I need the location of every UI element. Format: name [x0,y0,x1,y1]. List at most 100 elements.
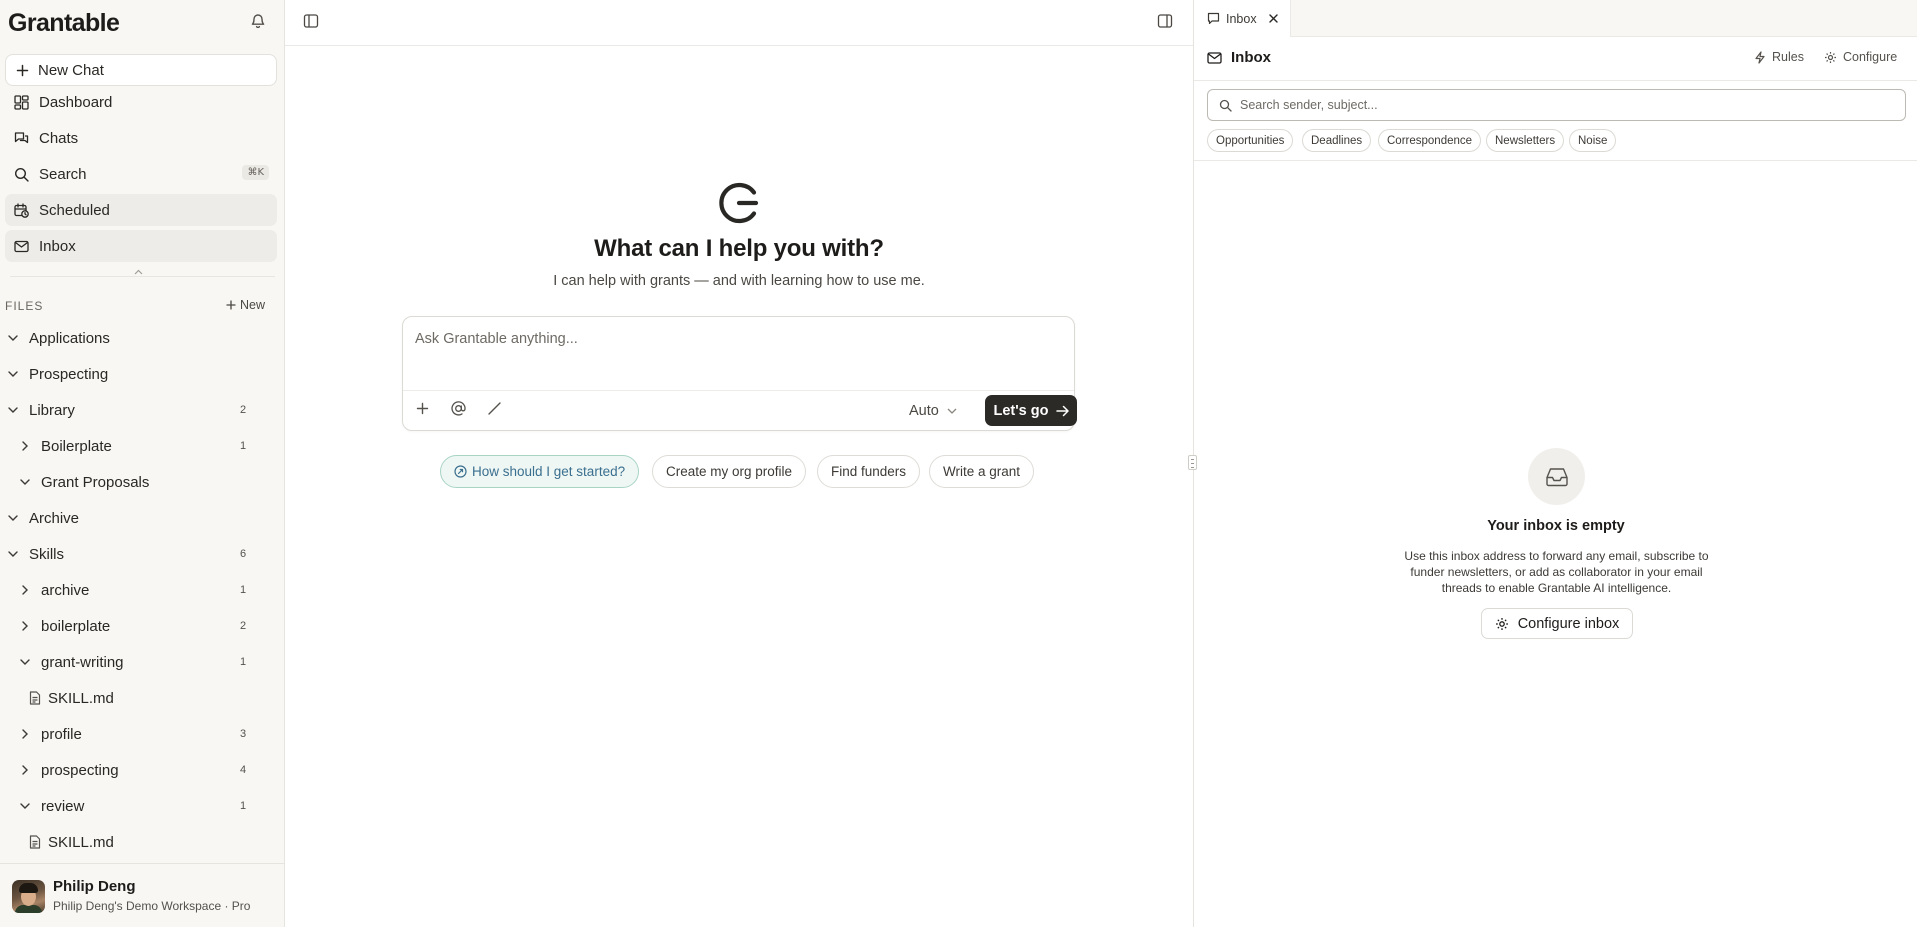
folder-item[interactable]: archive 1 [17,575,260,605]
bell-icon[interactable] [250,12,266,29]
suggestion-label: Create my org profile [666,464,793,479]
nav-chats[interactable]: Chats [5,122,277,154]
inbox-tray-icon [1528,448,1585,505]
folder-item[interactable]: Applications [5,323,260,353]
dashboard-icon [14,94,29,110]
user-profile[interactable]: Philip Deng Philip Deng's Demo Workspace… [0,863,285,927]
chevron-down-icon[interactable] [5,551,21,557]
chevron-down-icon[interactable] [17,479,33,485]
chevron-right-icon[interactable] [17,621,33,631]
close-icon[interactable] [1268,14,1278,23]
configure-button[interactable]: Configure [1824,50,1897,64]
folder-item[interactable]: Archive [5,503,260,533]
nav-search[interactable]: Search ⌘K [5,158,277,190]
chevron-right-icon[interactable] [17,441,33,451]
chevron-down-icon[interactable] [5,371,21,377]
new-chat-label: New Chat [38,61,104,79]
files-new-button[interactable]: New [226,298,265,312]
search-icon [14,167,29,182]
nav-dashboard-label: Dashboard [39,93,113,111]
chevron-down-icon[interactable] [5,335,21,341]
item-count-badge: 1 [240,584,247,596]
suggestion-find-funders[interactable]: Find funders [817,455,921,488]
tree-item-label: grant-writing [41,653,124,671]
tree-item-label: archive [41,581,90,599]
nav-scheduled[interactable]: Scheduled [5,194,277,226]
inbox-search-input[interactable] [1240,98,1860,112]
chevron-down-icon[interactable] [5,515,21,521]
item-count-badge: 1 [240,440,247,452]
user-name: Philip Deng [53,878,136,895]
tree-item-label: Archive [29,509,80,527]
inbox-title: Inbox [1207,49,1271,66]
inbox-panel: Inbox Inbox Rules Configure Opportunitie… [1193,0,1917,927]
file-item[interactable]: SKILL.md [29,827,260,857]
folder-item[interactable]: Boilerplate 1 [17,431,260,461]
files-section-label: FILES [5,299,44,313]
item-count-badge: 4 [240,764,247,776]
filter-correspondence[interactable]: Correspondence [1378,129,1482,152]
folder-item[interactable]: profile 3 [17,719,260,749]
panel-resize-handle[interactable] [1188,455,1197,470]
filter-noise[interactable]: Noise [1569,129,1617,152]
folder-item[interactable]: Prospecting [5,359,260,389]
chevron-down-icon[interactable] [17,659,33,665]
attach-plus-icon[interactable] [414,400,431,417]
folder-item[interactable]: Grant Proposals [17,467,260,497]
folder-item[interactable]: Library 2 [5,395,260,425]
folder-item[interactable]: prospecting 4 [17,755,260,785]
chevron-right-icon[interactable] [17,729,33,739]
item-count-badge: 6 [240,548,247,560]
suggestion-write-grant[interactable]: Write a grant [929,455,1035,488]
folder-item[interactable]: boilerplate 2 [17,611,260,641]
file-item[interactable]: SKILL.md [29,683,260,713]
main-chat-area: What can I help you with? I can help wit… [285,0,1193,927]
nav-dashboard[interactable]: Dashboard [5,86,277,118]
tree-item-label: prospecting [41,761,119,779]
folder-item[interactable]: Skills 6 [5,539,260,569]
chevron-up-icon[interactable] [134,269,143,275]
panel-toggle-icon[interactable] [1157,13,1173,29]
configure-inbox-button[interactable]: Configure inbox [1481,608,1633,639]
chevron-down-icon[interactable] [5,407,21,413]
nav-divider [10,276,275,277]
submit-button[interactable]: Let's go [985,395,1077,426]
folder-item[interactable]: grant-writing 1 [17,647,260,677]
plus-icon [16,64,29,77]
filter-newsletters[interactable]: Newsletters [1486,129,1565,152]
chevron-right-icon[interactable] [17,585,33,595]
tree-item-label: Applications [29,329,110,347]
nav-inbox[interactable]: Inbox [5,230,277,262]
filter-deadlines[interactable]: Deadlines [1302,129,1372,152]
tree-item-label: SKILL.md [48,833,114,851]
sidebar-toggle-icon[interactable] [303,13,319,29]
suggestion-get-started[interactable]: How should I get started? [440,455,640,488]
bolt-icon [1754,50,1766,64]
inbox-search [1207,89,1906,121]
tree-item-label: profile [41,725,82,743]
empty-state-description: Use this inbox address to forward any em… [1404,549,1709,595]
files-new-label: New [240,298,266,312]
search-shortcut: ⌘K [242,165,269,180]
chat-input[interactable] [415,331,1055,347]
tab-inbox-label: Inbox [1226,11,1257,26]
suggestion-label: How should I get started? [472,464,626,479]
mode-select[interactable]: Auto [909,403,957,419]
configure-inbox-label: Configure inbox [1517,615,1620,632]
mode-select-value: Auto [909,403,939,419]
sparkle-icon [454,465,467,478]
folder-item[interactable]: review 1 [17,791,260,821]
rules-button[interactable]: Rules [1754,50,1804,64]
app-logo[interactable]: Grantable [8,9,120,38]
suggestion-org-profile[interactable]: Create my org profile [652,455,807,488]
tree-item-label: Skills [29,545,65,563]
chat-composer: Auto Let's go [402,316,1077,431]
file-icon [29,691,41,705]
mention-at-icon[interactable] [450,400,467,417]
filter-opportunities[interactable]: Opportunities [1207,129,1294,152]
new-chat-button[interactable]: New Chat [5,54,277,86]
chevron-right-icon[interactable] [17,765,33,775]
tab-inbox[interactable]: Inbox [1194,0,1291,37]
slash-command-icon[interactable] [486,400,503,417]
chevron-down-icon[interactable] [17,803,33,809]
